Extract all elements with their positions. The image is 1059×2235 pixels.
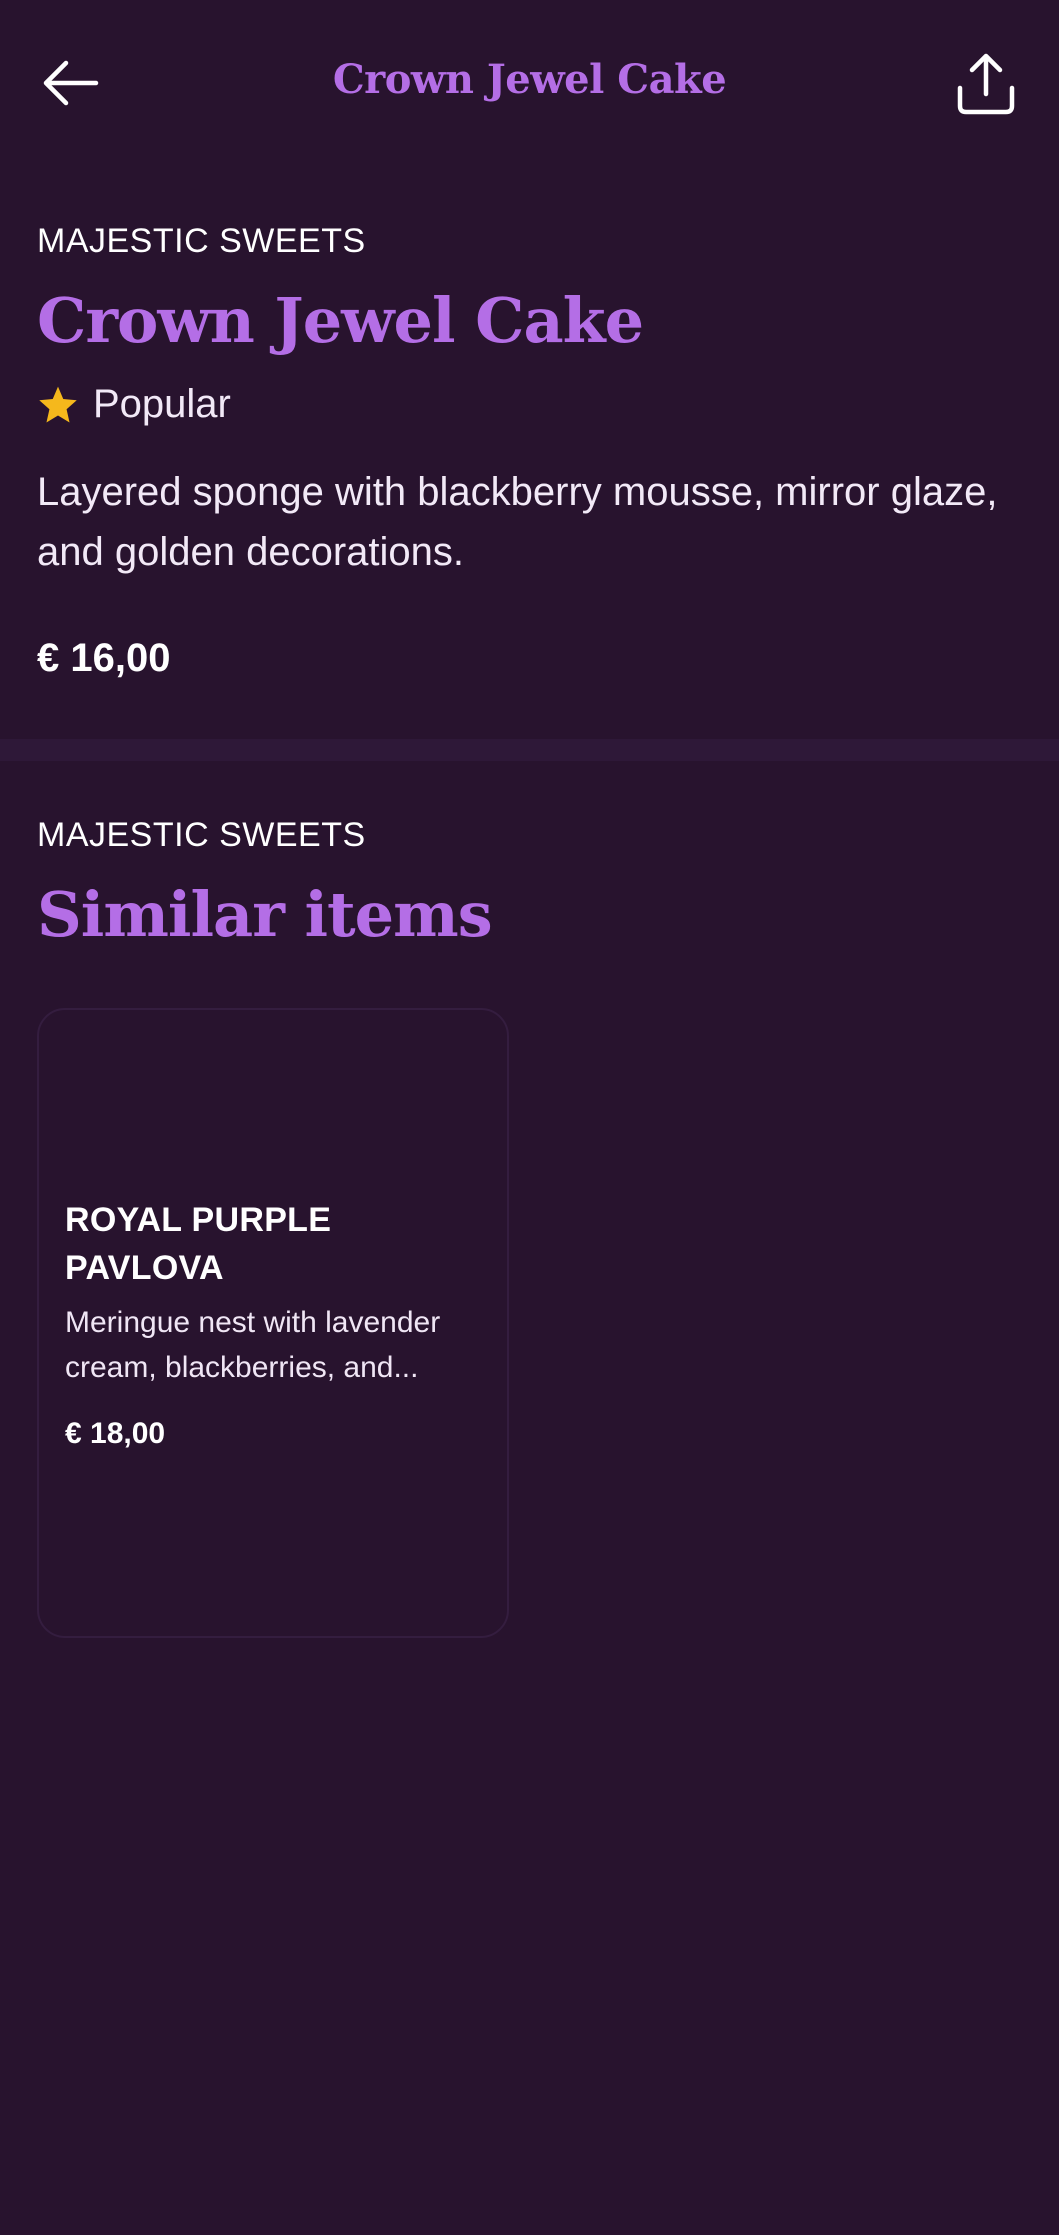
similar-item-description: Meringue nest with lavender cream, black… bbox=[65, 1306, 441, 1384]
section-divider bbox=[0, 739, 1059, 761]
product-brand: MAJESTIC SWEETS bbox=[37, 222, 1022, 261]
product-price-block: € 16,00 bbox=[37, 636, 1022, 681]
share-icon bbox=[957, 53, 1015, 115]
product-description: Layered sponge with blackberry mousse, m… bbox=[37, 470, 998, 574]
product-brand-label: MAJESTIC SWEETS bbox=[37, 222, 366, 260]
similar-item-card[interactable]: ROYAL PURPLE PAVLOVA Meringue nest with … bbox=[37, 1008, 509, 1638]
similar-item-price: € 18,00 bbox=[65, 1417, 166, 1450]
share-button[interactable] bbox=[952, 50, 1020, 118]
product-title-block: Crown Jewel Cake bbox=[37, 284, 1022, 357]
product-badge: Popular bbox=[37, 382, 1022, 427]
top-app-bar: Crown Jewel Cake bbox=[0, 0, 1059, 170]
popular-badge: Popular bbox=[37, 382, 1022, 427]
similar-brand: MAJESTIC SWEETS bbox=[37, 816, 1022, 855]
similar-brand-label: MAJESTIC SWEETS bbox=[37, 816, 366, 854]
similar-items-title: Similar items bbox=[37, 878, 493, 951]
star-icon bbox=[39, 386, 77, 422]
similar-title-block: Similar items bbox=[37, 878, 1022, 951]
product-price: € 16,00 bbox=[37, 636, 171, 680]
product-description-block: Layered sponge with blackberry mousse, m… bbox=[37, 462, 1022, 582]
page-title: Crown Jewel Cake bbox=[332, 56, 727, 103]
similar-item-name: ROYAL PURPLE PAVLOVA bbox=[65, 1201, 332, 1287]
popular-label: Popular bbox=[93, 382, 231, 426]
product-title: Crown Jewel Cake bbox=[37, 284, 644, 357]
